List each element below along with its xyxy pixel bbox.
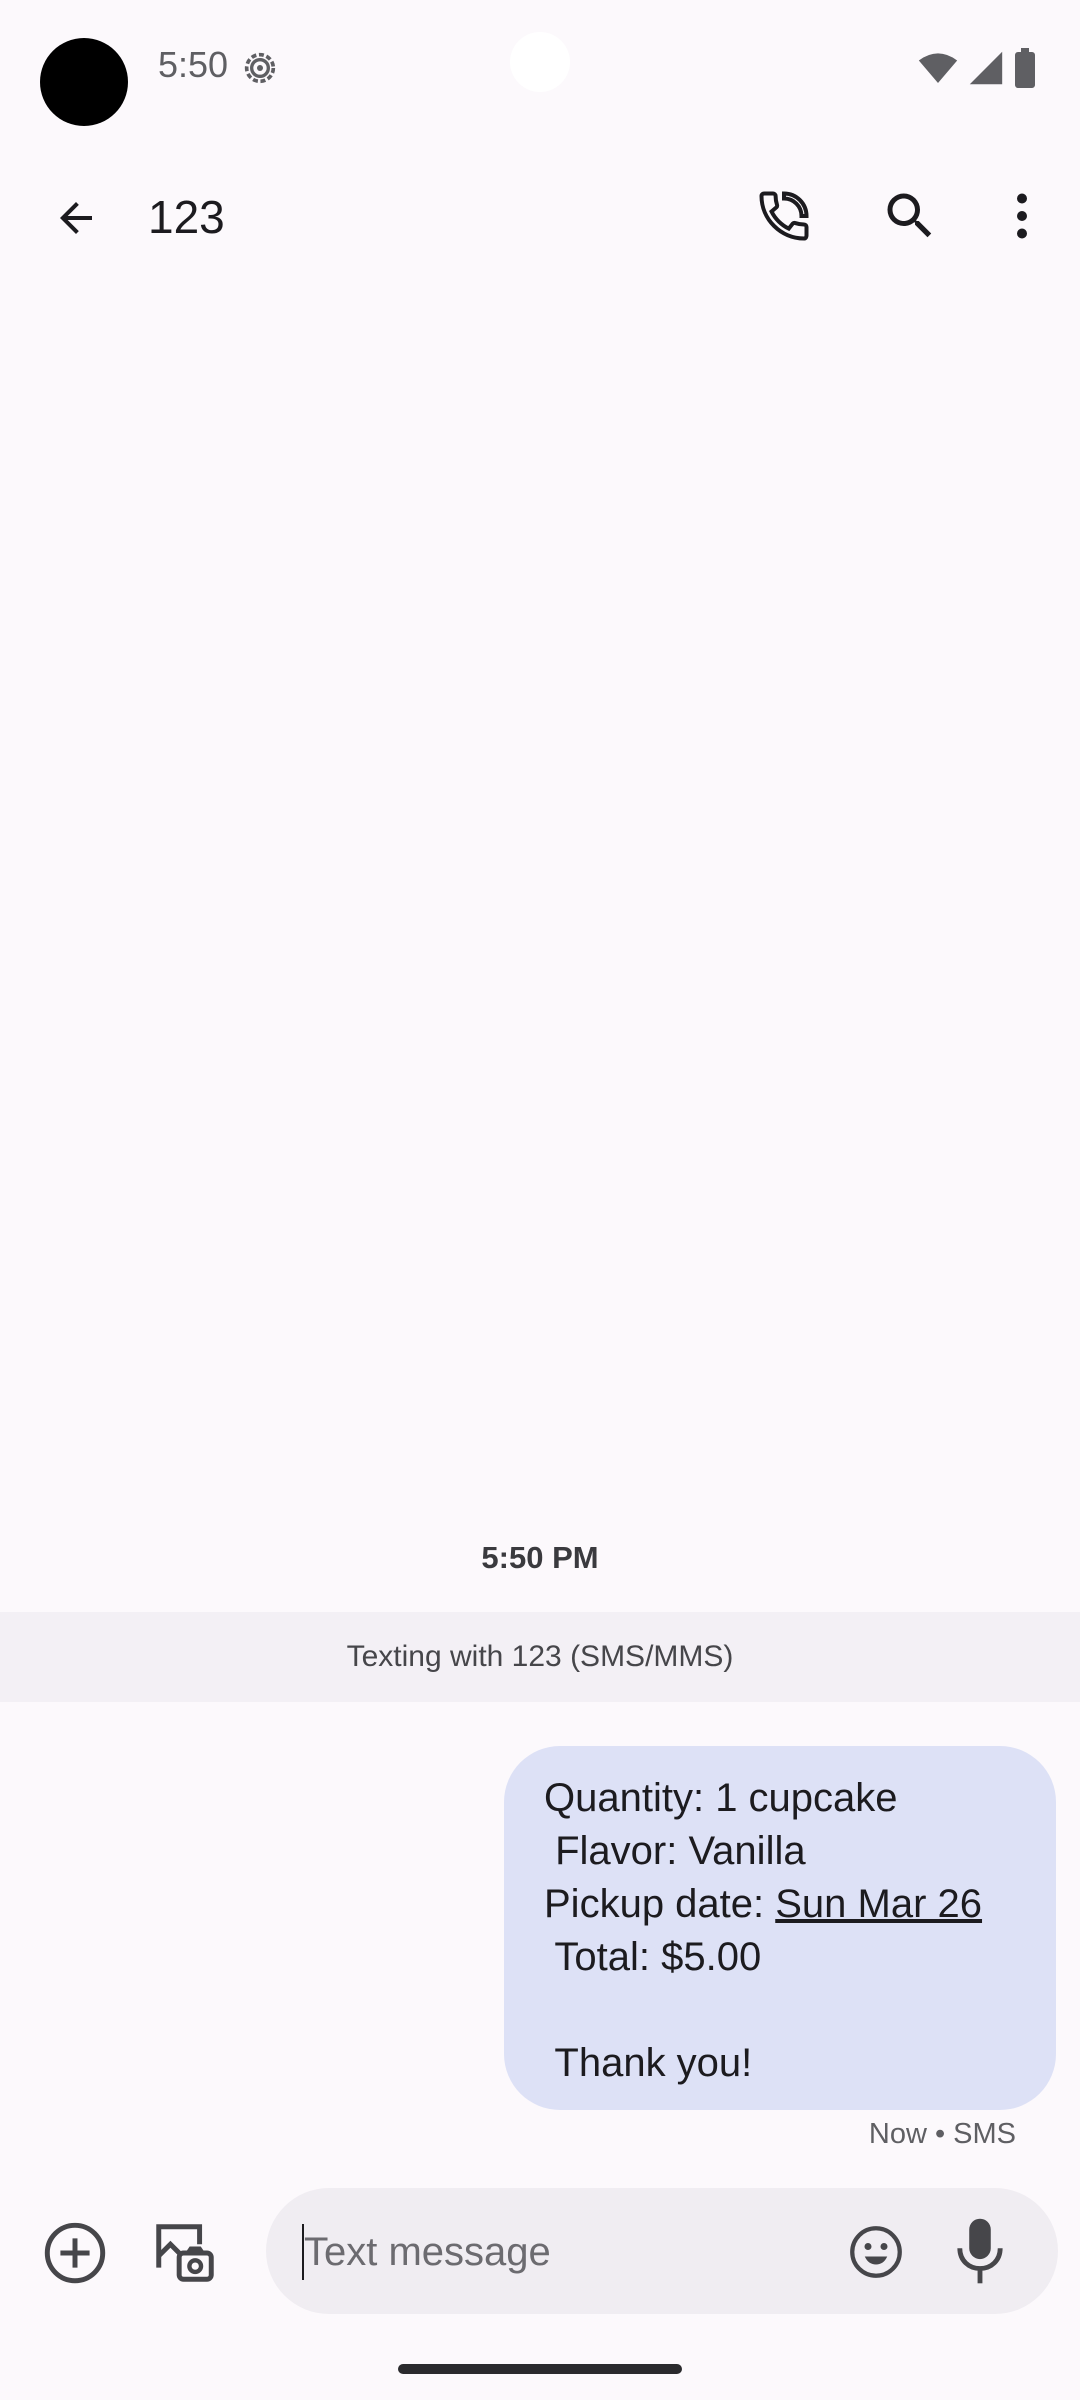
message-bubble[interactable]: Quantity: 1 cupcake Flavor: Vanilla Pick… bbox=[504, 1746, 1056, 2110]
gallery-button[interactable] bbox=[150, 2218, 220, 2288]
emoji-icon bbox=[846, 2222, 906, 2282]
gear-icon bbox=[240, 48, 280, 88]
message-line: Thank you! bbox=[544, 2041, 753, 2085]
message-line: Flavor: Vanilla bbox=[544, 1829, 806, 1873]
wifi-icon bbox=[918, 50, 958, 86]
mic-icon bbox=[952, 2216, 1008, 2286]
signal-icon bbox=[968, 50, 1004, 86]
battery-icon bbox=[1014, 48, 1036, 88]
emoji-button[interactable] bbox=[846, 2222, 906, 2282]
message-status: Now • SMS bbox=[868, 2118, 1016, 2150]
status-time: 5:50 bbox=[158, 44, 229, 85]
attach-button[interactable] bbox=[40, 2218, 110, 2288]
back-button[interactable] bbox=[44, 186, 108, 250]
more-options-button[interactable] bbox=[992, 186, 1052, 250]
home-indicator[interactable] bbox=[398, 2364, 682, 2374]
message-text: Pickup date: bbox=[544, 1882, 776, 1926]
camera-cutout bbox=[40, 38, 128, 126]
conversation-title: 123 bbox=[148, 191, 225, 243]
message-line: Pickup date: Sun Mar 26 bbox=[544, 1878, 1016, 1931]
search-button[interactable] bbox=[880, 186, 944, 250]
phone-icon bbox=[754, 186, 818, 246]
message-timestamp: 5:50 PM bbox=[481, 1540, 599, 1575]
search-icon bbox=[880, 186, 944, 246]
add-circle-icon bbox=[40, 2218, 110, 2288]
voice-input-button[interactable] bbox=[952, 2216, 1008, 2286]
date-link[interactable]: Sun Mar 26 bbox=[775, 1882, 982, 1926]
more-vert-icon bbox=[992, 186, 1052, 246]
sms-info-banner: Texting with 123 (SMS/MMS) bbox=[0, 1612, 1080, 1702]
front-camera bbox=[510, 32, 570, 92]
message-line: Total: $5.00 bbox=[544, 1935, 762, 1979]
message-line: Quantity: 1 cupcake bbox=[544, 1776, 898, 1820]
message-line: ​ bbox=[544, 1984, 1016, 2037]
gallery-icon bbox=[150, 2218, 220, 2288]
message-input[interactable] bbox=[304, 2206, 804, 2298]
back-arrow-icon bbox=[52, 194, 100, 242]
status-icons bbox=[918, 48, 1036, 88]
call-button[interactable] bbox=[754, 186, 818, 250]
